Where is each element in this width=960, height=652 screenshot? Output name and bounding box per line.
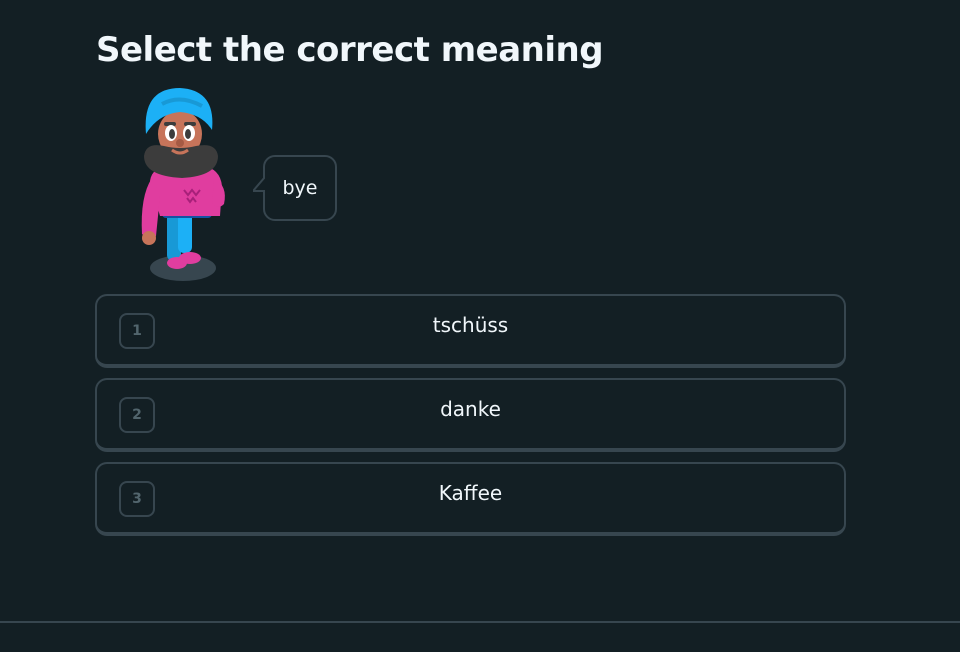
- answer-option-1[interactable]: 1 tschüss: [95, 294, 846, 368]
- speech-bubble: bye: [253, 155, 337, 221]
- prompt-word: bye: [282, 177, 318, 199]
- option-label: Kaffee: [438, 481, 503, 505]
- answer-options: 1 tschüss 2 danke 3 Kaffee: [95, 294, 846, 546]
- character-illustration: [132, 86, 232, 286]
- page-title: Select the correct meaning: [96, 30, 604, 70]
- answer-option-2[interactable]: 2 danke: [95, 378, 846, 452]
- option-label: tschüss: [432, 313, 509, 337]
- bubble-tail-icon: [253, 177, 273, 192]
- turbaned-man-character-icon: [141, 88, 225, 281]
- footer-divider: [0, 621, 960, 623]
- answer-option-3[interactable]: 3 Kaffee: [95, 462, 846, 536]
- option-label: danke: [440, 397, 501, 421]
- challenge-page: Select the correct meaning bye 1 tschüss…: [0, 0, 960, 652]
